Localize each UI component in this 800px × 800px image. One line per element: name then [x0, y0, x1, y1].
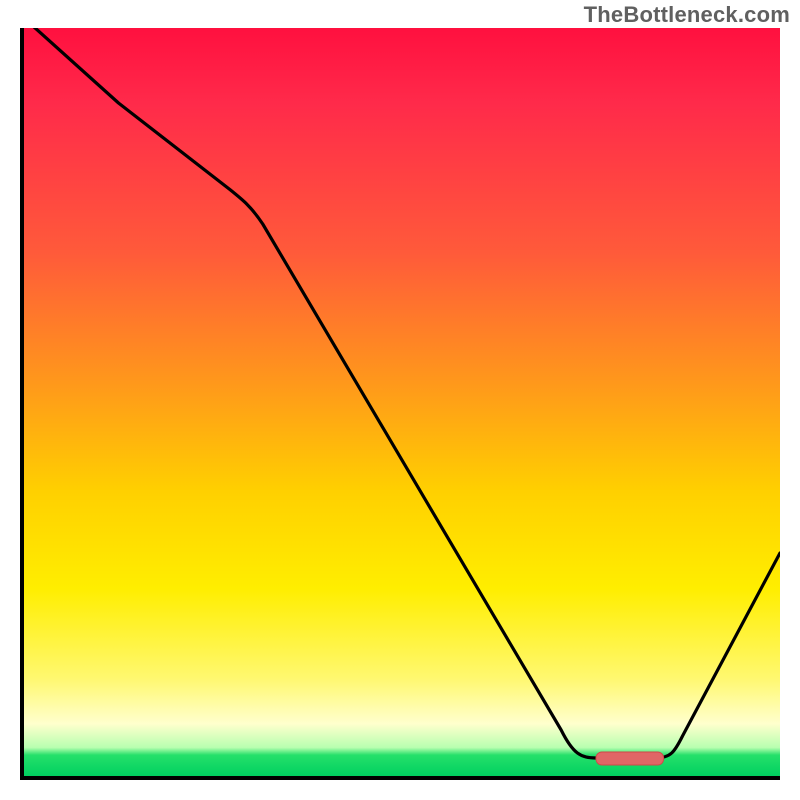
bottleneck-curve [24, 28, 780, 758]
chart-plot-area [20, 28, 780, 780]
optimal-range-marker [596, 752, 664, 765]
watermark-text: TheBottleneck.com [584, 2, 790, 28]
chart-overlay-svg [24, 28, 780, 776]
